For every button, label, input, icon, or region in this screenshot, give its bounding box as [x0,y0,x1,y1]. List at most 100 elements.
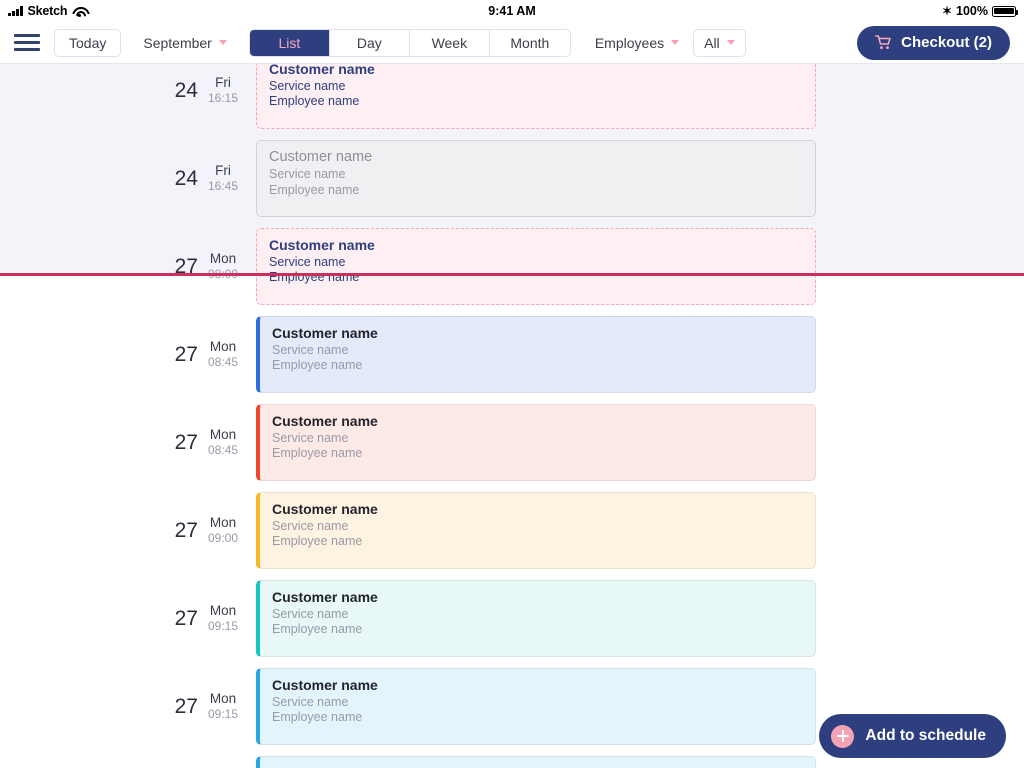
hamburger-menu-icon[interactable] [14,32,40,54]
appointment-weekday: Mon [209,514,237,530]
appointment-customer-name: Customer name [272,413,378,429]
appointment-customer-name: Customer name [269,237,375,253]
bluetooth-icon: ✶ [941,4,953,18]
tab-list[interactable]: List [249,29,330,56]
appointment-card[interactable]: Customer name Service name Employee name [256,404,816,481]
appointment-weekday: Mon [209,426,237,442]
appointment-row[interactable]: 27Mon08:00Customer nameService nameEmplo… [0,228,1024,305]
today-button[interactable]: Today [54,28,122,57]
appointment-time: 08:45 [207,355,238,370]
appointment-weekday: Mon [209,690,237,706]
chevron-down-icon [218,40,227,45]
appointment-service-name: Service name [272,430,349,445]
appointment-time: 16:45 [207,179,238,194]
appointment-row[interactable]: 24 Fri 16:45 Customer name Service name Emplo… [0,140,1024,217]
appointment-date-column: 24 Fri 16:15 [0,75,256,107]
appointment-day-number: 27 [174,343,198,366]
appointment-weekday: Mon [209,338,237,354]
appointment-customer-name: Customer name [272,677,378,693]
view-segmented-control: List Day Week Month [248,28,571,57]
add-to-schedule-button[interactable]: Add to schedule [819,714,1006,758]
month-selector[interactable]: September [143,35,227,51]
appointment-day-info: Mon 08:45 [208,427,238,459]
appointment-rows: 24 Fri 16:15 Customer name Service name Emplo… [0,64,1024,768]
appointment-row[interactable]: 24 Fri 16:15 Customer name Service name Emplo… [0,64,1024,129]
appointment-customer-name: Customer name [269,149,373,165]
appointment-time: 16:15 [207,91,238,106]
appointment-card[interactable]: Customer name Service name Employee name [256,228,816,305]
appointment-service-name: Service name [272,694,349,709]
top-toolbar: Today September List Day Week Month Empl… [0,22,1024,64]
appointment-card[interactable]: Customer name Service name Employee name [256,492,816,569]
appointment-row[interactable]: 27 Mon 08:45 Customer name Service name Emplo… [0,316,1024,393]
chevron-down-icon [671,40,680,45]
plus-circle-icon [831,724,855,748]
chevron-down-icon [726,40,735,45]
battery-percent-label: 100% [956,4,988,18]
appointment-date-column: 27 Mon 09:00 [0,515,256,547]
appointment-day-info: Mon 09:15 [208,603,238,635]
appointment-employee-name: Employee name [272,710,363,725]
appointment-customer-name: Customer name [272,325,378,341]
appointment-day-info: Mon 08:45 [208,339,238,371]
employees-label: Employees [594,34,665,51]
appointment-employee-name: Employee name [272,358,363,373]
appointment-time: 09:00 [207,531,238,546]
appointment-service-name: Service name [269,167,346,182]
appointment-day-number: 27 [174,607,198,630]
appointment-card[interactable]: Customer name Service name Employee name [256,64,816,129]
appointment-row[interactable]: 27 Mon 09:00 Customer name Service name Emplo… [0,492,1024,569]
appointment-date-column: 27Mon08:00 [0,251,256,283]
appointment-row[interactable]: 27 Mon 08:45 Customer name Service name Emplo… [0,404,1024,481]
appointment-date-column: 24 Fri 16:45 [0,163,256,195]
status-bar: Sketch 9:41 AM ✶ 100% [0,0,1024,22]
appointment-card[interactable] [256,756,816,768]
appointment-card[interactable]: Customer name Service name Employee name [256,668,816,745]
appointment-row[interactable]: 27 Mon 09:15 Customer name Service name Emplo… [0,580,1024,657]
tab-month[interactable]: Month [489,29,570,56]
appointment-time: 09:15 [207,619,238,634]
appointment-service-name: Service name [269,78,346,93]
all-filter-label: All [704,34,720,51]
appointment-employee-name: Employee name [272,622,363,637]
appointment-service-name: Service name [272,342,349,357]
appointment-day-number: 24 [174,79,198,102]
status-bar-clock: 9:41 AM [488,4,536,18]
checkout-button[interactable]: Checkout (2) [857,25,1010,60]
appointment-card[interactable]: Customer name Service name Employee name [256,140,816,217]
appointment-date-column: 27 Mon 09:15 [0,691,256,723]
tab-week[interactable]: Week [409,29,490,56]
appointment-weekday: Mon [209,602,237,618]
appointment-weekday: Mon [209,250,237,266]
appointment-customer-name: Customer name [269,64,375,77]
appointment-time: 09:15 [207,707,238,722]
appointment-time: 08:45 [207,443,238,458]
appointment-weekday: Fri [215,162,231,178]
appointment-day-info: Fri 16:15 [208,75,238,107]
checkout-label: Checkout (2) [901,34,992,51]
appointment-service-name: Service name [272,518,349,533]
appointment-card[interactable]: Customer name Service name Employee name [256,580,816,657]
appointment-day-number: 24 [174,167,198,190]
appointment-day-number: 27 [174,431,198,454]
status-bar-right: ✶ 100% [941,4,1019,18]
add-to-schedule-label: Add to schedule [865,727,986,744]
appointment-day-info: Mon08:00 [208,251,238,283]
tab-day[interactable]: Day [329,29,410,56]
appointment-employee-name: Employee name [269,94,360,109]
appointment-date-column: 27 Mon 08:45 [0,339,256,371]
appointment-customer-name: Customer name [272,501,378,517]
all-filter-select[interactable]: All [693,28,746,57]
appointment-day-info: Mon 09:15 [208,691,238,723]
appointment-employee-name: Employee name [269,182,360,197]
battery-icon [992,5,1019,17]
appointment-employee-name: Employee name [272,446,363,461]
appointment-day-info: Fri 16:45 [208,163,238,195]
appointment-date-column: 27 Mon 08:45 [0,427,256,459]
employees-filter[interactable]: Employees [594,34,680,51]
appointment-employee-name: Employee name [272,534,363,549]
appointments-list[interactable]: 24 Fri 16:15 Customer name Service name Emplo… [0,64,1024,768]
appointment-service-name: Service name [272,606,349,621]
appointment-card[interactable]: Customer name Service name Employee name [256,316,816,393]
shopping-cart-icon [875,35,891,50]
